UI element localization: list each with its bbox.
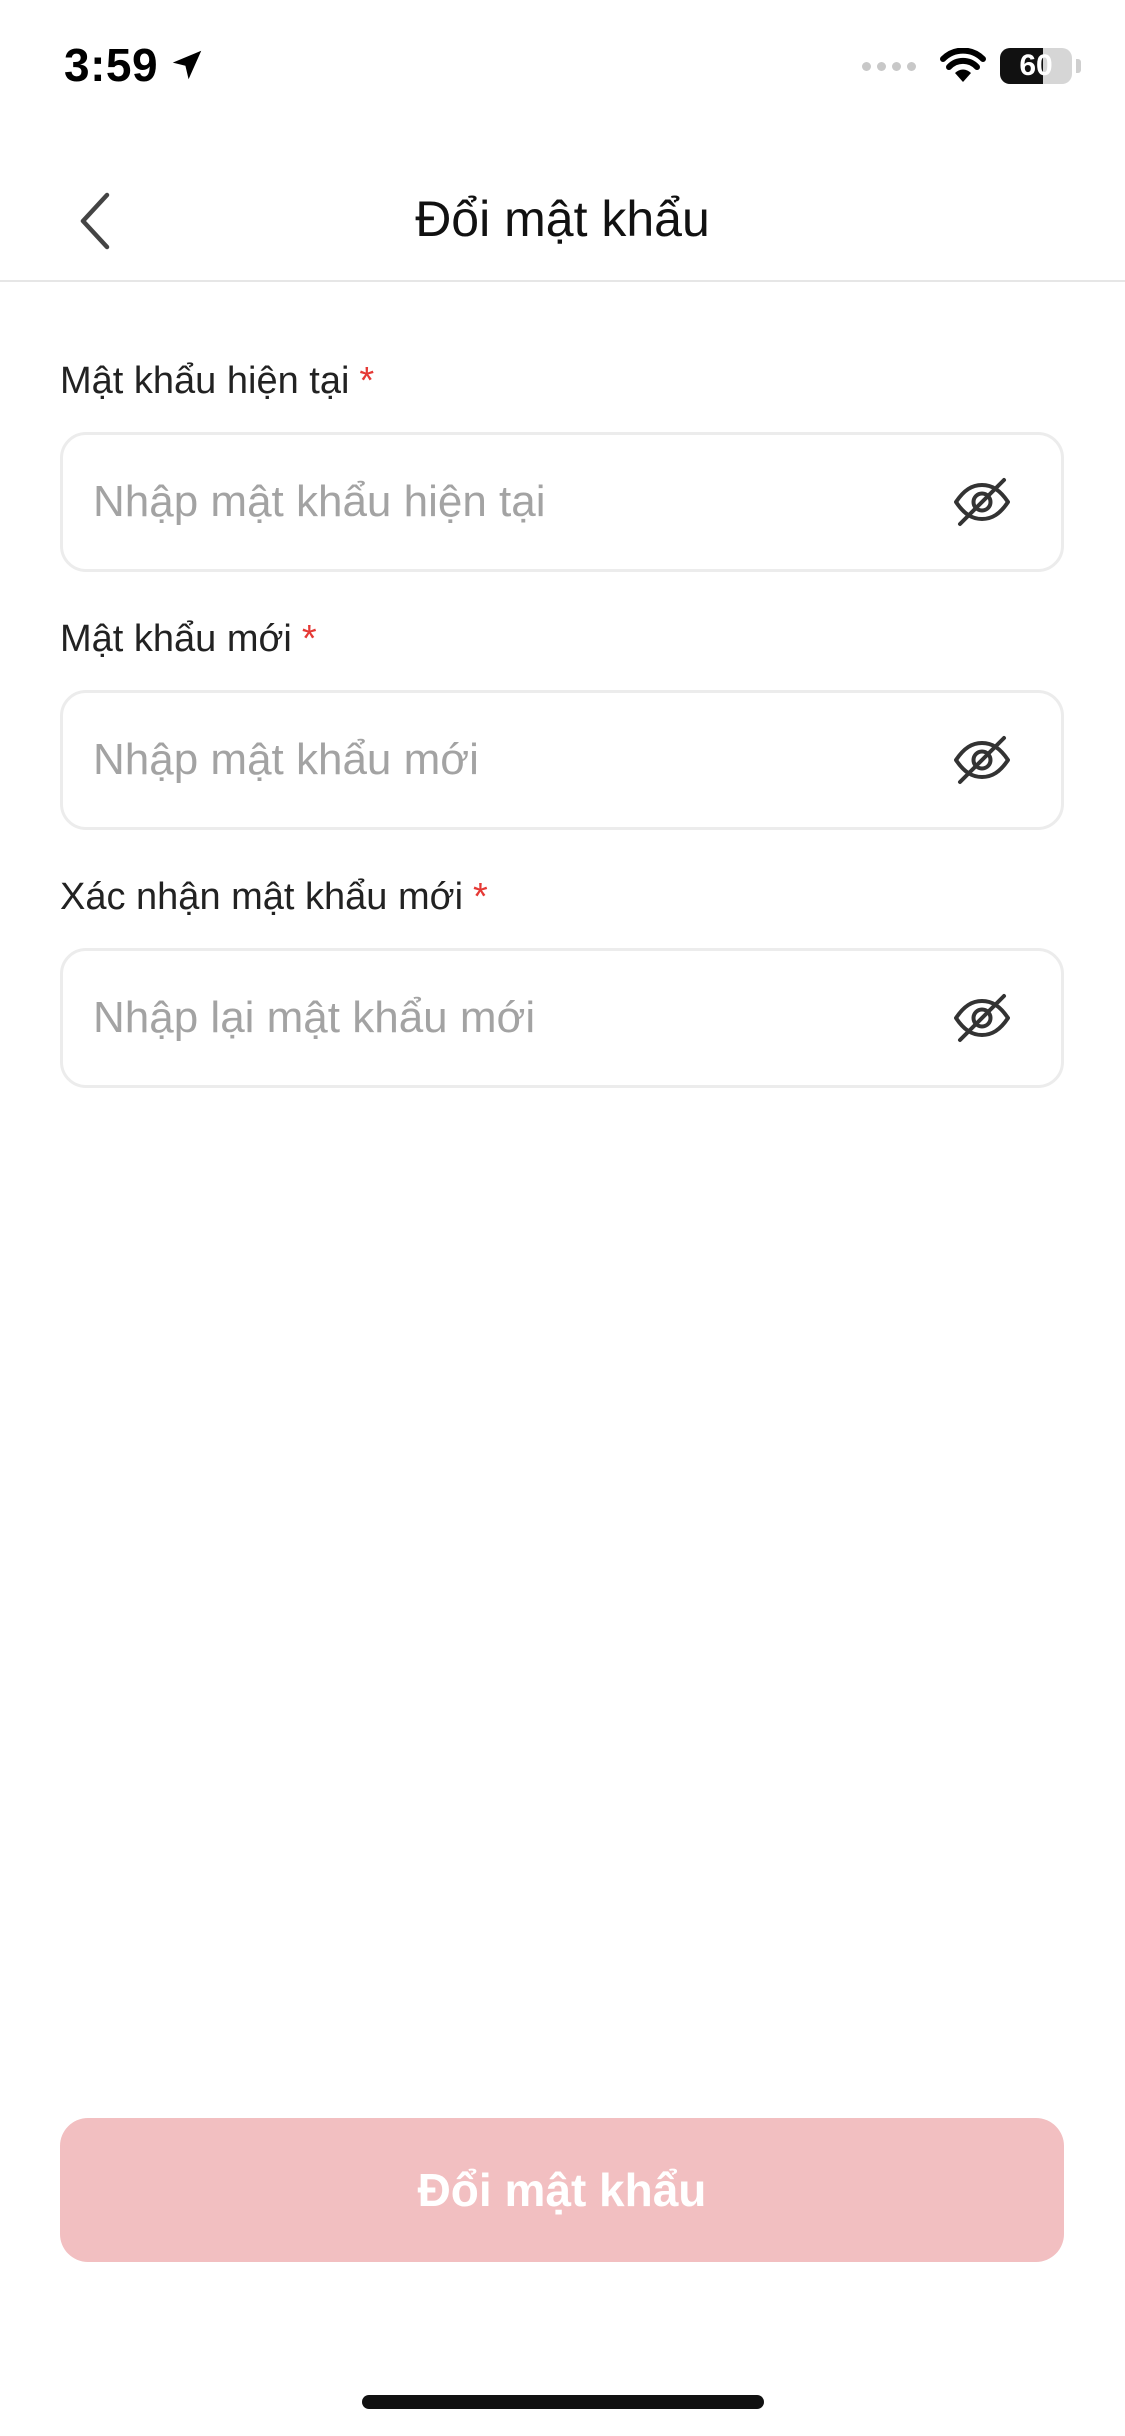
current-password-label: Mật khẩu hiện tại * bbox=[60, 360, 374, 403]
battery-cap bbox=[1076, 59, 1081, 73]
page-title: Đổi mật khẩu bbox=[415, 191, 710, 247]
nav-header: Đổi mật khẩu bbox=[0, 160, 1125, 282]
status-bar: 3:59 60 bbox=[0, 0, 1125, 140]
new-password-label-text: Mật khẩu mới bbox=[60, 618, 292, 660]
confirm-password-label-text: Xác nhận mật khẩu mới bbox=[60, 876, 464, 918]
toggle-current-password-visibility-button[interactable] bbox=[947, 467, 1017, 537]
eye-off-icon bbox=[954, 478, 1010, 526]
toggle-new-password-visibility-button[interactable] bbox=[947, 725, 1017, 795]
change-password-button[interactable]: Đổi mật khẩu bbox=[60, 2118, 1064, 2262]
location-arrow-icon bbox=[172, 50, 202, 80]
current-password-input[interactable] bbox=[63, 435, 947, 569]
battery-icon: 60 bbox=[1000, 48, 1072, 84]
confirm-password-input[interactable] bbox=[63, 951, 947, 1085]
eye-off-icon bbox=[954, 994, 1010, 1042]
confirm-password-field bbox=[60, 948, 1064, 1088]
required-mark: * bbox=[473, 876, 488, 918]
wifi-icon bbox=[940, 48, 986, 82]
required-mark: * bbox=[359, 360, 375, 402]
confirm-password-label: Xác nhận mật khẩu mới * bbox=[60, 876, 488, 919]
battery-level: 60 bbox=[1019, 49, 1053, 82]
status-indicators: 60 bbox=[862, 48, 1081, 84]
current-password-field bbox=[60, 432, 1064, 572]
current-password-label-text: Mật khẩu hiện tại bbox=[60, 360, 350, 402]
new-password-input[interactable] bbox=[63, 693, 947, 827]
cellular-signal-icon bbox=[862, 61, 916, 71]
new-password-label: Mật khẩu mới * bbox=[60, 618, 317, 661]
status-time: 3:59 bbox=[64, 38, 206, 92]
status-time-text: 3:59 bbox=[64, 39, 159, 91]
home-indicator bbox=[362, 2395, 764, 2409]
toggle-confirm-password-visibility-button[interactable] bbox=[947, 983, 1017, 1053]
eye-off-icon bbox=[954, 736, 1010, 784]
required-mark: * bbox=[301, 618, 317, 660]
new-password-field bbox=[60, 690, 1064, 830]
